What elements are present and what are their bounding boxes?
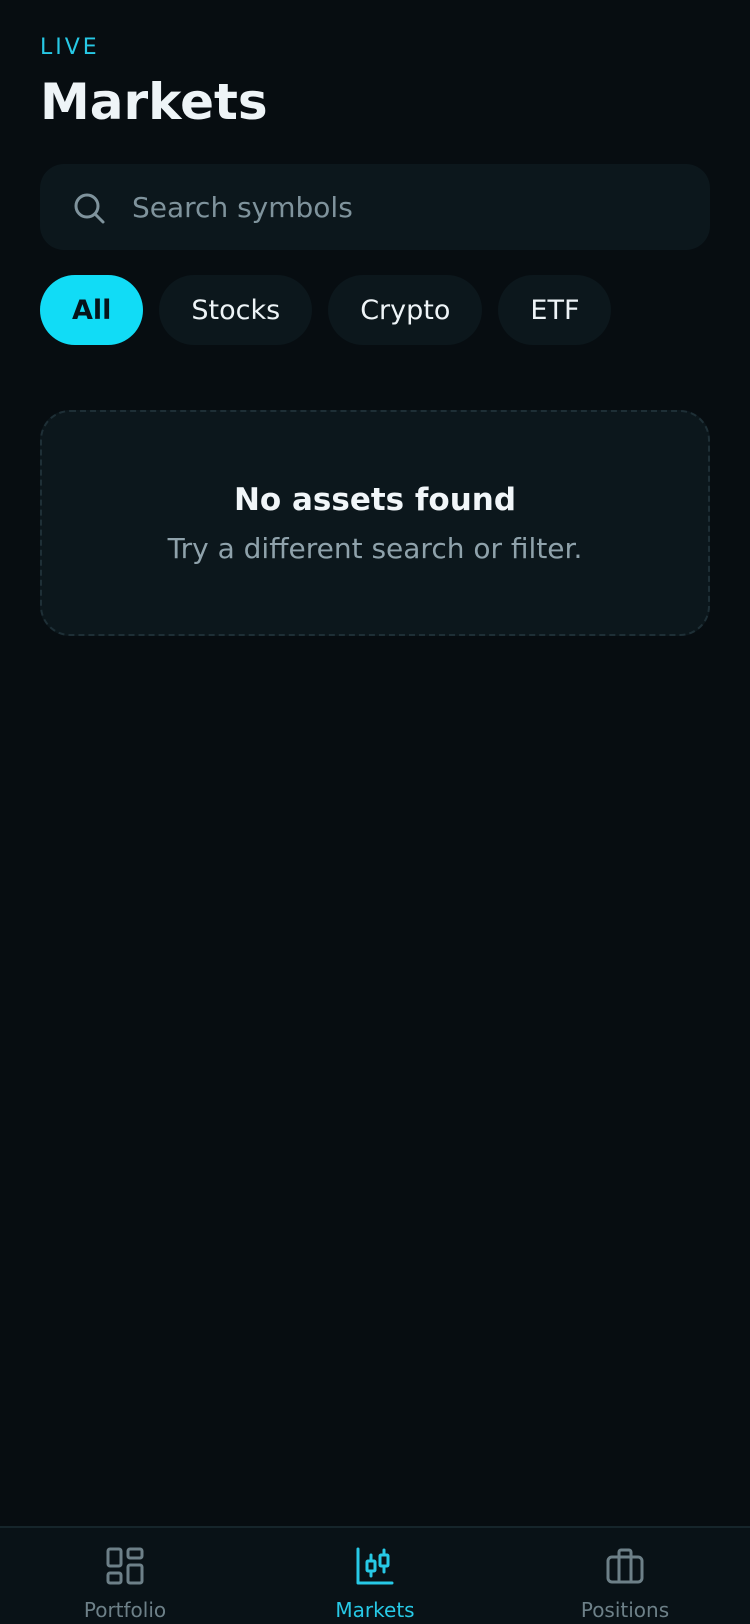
markets-screen: LIVE Markets All Stocks Crypto ETF No as…: [0, 0, 750, 1624]
grid-icon: [106, 1547, 144, 1585]
filter-chip-stocks[interactable]: Stocks: [159, 275, 313, 345]
tab-positions[interactable]: Positions: [500, 1528, 750, 1624]
live-label: LIVE: [40, 35, 100, 60]
tab-positions-label: Positions: [580, 1598, 670, 1622]
filter-chip-all[interactable]: All: [40, 275, 144, 345]
tab-portfolio[interactable]: Portfolio: [0, 1528, 250, 1624]
search-icon: [74, 193, 105, 224]
filter-chips: All Stocks Crypto ETF: [40, 275, 612, 345]
search-bar[interactable]: [40, 164, 710, 250]
search-input[interactable]: [132, 164, 692, 250]
filter-chip-etf[interactable]: ETF: [498, 275, 612, 345]
empty-state-message: Try a different search or filter.: [167, 532, 583, 565]
tab-markets-label: Markets: [335, 1598, 415, 1622]
tab-portfolio-label: Portfolio: [83, 1598, 167, 1622]
page-title: Markets: [40, 73, 268, 131]
candlestick-chart-icon: [356, 1547, 394, 1585]
tab-markets[interactable]: Markets: [250, 1528, 500, 1624]
briefcase-icon: [606, 1548, 644, 1584]
header: LIVE Markets: [40, 34, 268, 132]
empty-state-title: No assets found: [233, 482, 517, 518]
filter-chip-crypto[interactable]: Crypto: [328, 275, 483, 345]
empty-state-card: No assets found Try a different search o…: [40, 410, 710, 636]
bottom-tab-bar: Portfolio Markets Positions: [0, 1526, 750, 1624]
